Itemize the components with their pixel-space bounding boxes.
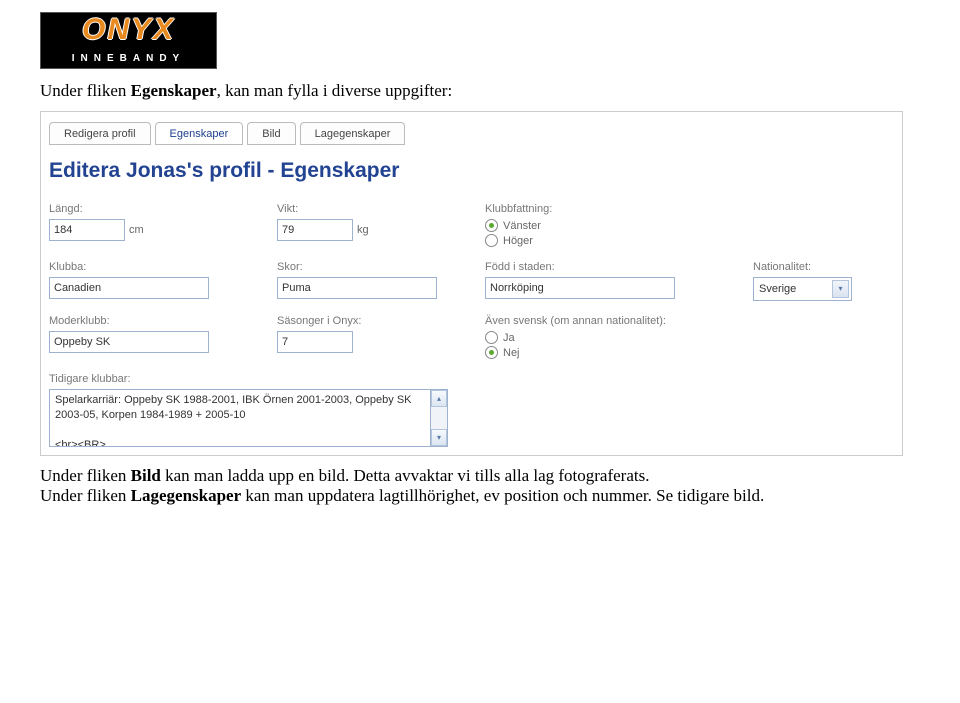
radio-swedish-no[interactable] bbox=[485, 346, 498, 359]
label-also-swedish: Även svensk (om annan nationalitet): bbox=[485, 315, 666, 327]
scroll-down-icon[interactable]: ▾ bbox=[431, 429, 447, 446]
input-seasons[interactable] bbox=[277, 331, 353, 353]
input-stick[interactable] bbox=[49, 277, 209, 299]
label-shoes: Skor: bbox=[277, 261, 457, 273]
page-title: Editera Jonas's profil - Egenskaper bbox=[49, 159, 894, 183]
textarea-prev-clubs[interactable]: Spelarkarriär: Oppeby SK 1988-2001, IBK … bbox=[49, 389, 431, 447]
input-born-city[interactable] bbox=[485, 277, 675, 299]
label-mother-club: Moderklubb: bbox=[49, 315, 249, 327]
label-born-city: Född i staden: bbox=[485, 261, 725, 273]
form-row-4: Tidigare klubbar: Spelarkarriär: Oppeby … bbox=[49, 373, 894, 447]
radio-label-right: Höger bbox=[503, 235, 533, 247]
intro-3-a: Under fliken bbox=[40, 486, 131, 505]
intro-1-c: , kan man fylla i diverse uppgifter: bbox=[217, 81, 453, 100]
intro-paragraph-1: Under fliken Egenskaper, kan man fylla i… bbox=[40, 81, 920, 101]
tab-redigera-profil[interactable]: Redigera profil bbox=[49, 122, 151, 145]
radio-label-yes: Ja bbox=[503, 332, 515, 344]
tab-egenskaper[interactable]: Egenskaper bbox=[155, 122, 244, 145]
select-nationality[interactable]: Sverige ▾ bbox=[753, 277, 852, 301]
tab-bar: Redigera profil Egenskaper Bild Lagegens… bbox=[49, 122, 894, 145]
select-nationality-value: Sverige bbox=[759, 283, 796, 295]
label-seasons: Säsonger i Onyx: bbox=[277, 315, 457, 327]
logo-subline-text: INNEBANDY bbox=[41, 53, 216, 64]
input-length[interactable] bbox=[49, 219, 125, 241]
tab-bild[interactable]: Bild bbox=[247, 122, 295, 145]
tab-lagegenskaper[interactable]: Lagegenskaper bbox=[300, 122, 406, 145]
input-mother-club[interactable] bbox=[49, 331, 209, 353]
intro-3-b: Lagegenskaper bbox=[131, 486, 242, 505]
intro-paragraph-2: Under fliken Bild kan man ladda upp en b… bbox=[40, 466, 920, 506]
radio-label-left: Vänster bbox=[503, 220, 541, 232]
unit-kg: kg bbox=[357, 224, 369, 236]
label-weight: Vikt: bbox=[277, 203, 457, 215]
label-stick: Klubba: bbox=[49, 261, 249, 273]
intro-1-a: Under fliken bbox=[40, 81, 131, 100]
form-row-3: Moderklubb: Säsonger i Onyx: Även svensk… bbox=[49, 315, 894, 359]
form-row-2: Klubba: Skor: Född i staden: Nationalite… bbox=[49, 261, 894, 301]
input-weight[interactable] bbox=[277, 219, 353, 241]
intro-2-b: Bild bbox=[131, 466, 161, 485]
intro-2-c: kan man ladda upp en bild. Detta avvakta… bbox=[161, 466, 650, 485]
label-length: Längd: bbox=[49, 203, 249, 215]
chevron-down-icon: ▾ bbox=[832, 280, 849, 298]
input-shoes[interactable] bbox=[277, 277, 437, 299]
radio-grip-right[interactable] bbox=[485, 234, 498, 247]
intro-1-b: Egenskaper bbox=[131, 81, 217, 100]
intro-2-a: Under fliken bbox=[40, 466, 131, 485]
label-grip: Klubbfattning: bbox=[485, 203, 552, 215]
textarea-scrollbar[interactable]: ▴ ▾ bbox=[431, 389, 448, 447]
unit-cm: cm bbox=[129, 224, 144, 236]
radio-grip-left[interactable] bbox=[485, 219, 498, 232]
scroll-up-icon[interactable]: ▴ bbox=[431, 390, 447, 407]
label-prev-clubs: Tidigare klubbar: bbox=[49, 373, 894, 385]
intro-3-c: kan man uppdatera lagtillhörighet, ev po… bbox=[241, 486, 764, 505]
radio-label-no: Nej bbox=[503, 347, 520, 359]
brand-logo: ONYX INNEBANDY bbox=[40, 12, 217, 69]
logo-brand-text: ONYX bbox=[41, 15, 216, 45]
radio-swedish-yes[interactable] bbox=[485, 331, 498, 344]
label-nationality: Nationalitet: bbox=[753, 261, 852, 273]
form-row-1: Längd: cm Vikt: kg Klubbfattning: Vänste… bbox=[49, 203, 894, 247]
form-screenshot: Redigera profil Egenskaper Bild Lagegens… bbox=[40, 111, 903, 456]
